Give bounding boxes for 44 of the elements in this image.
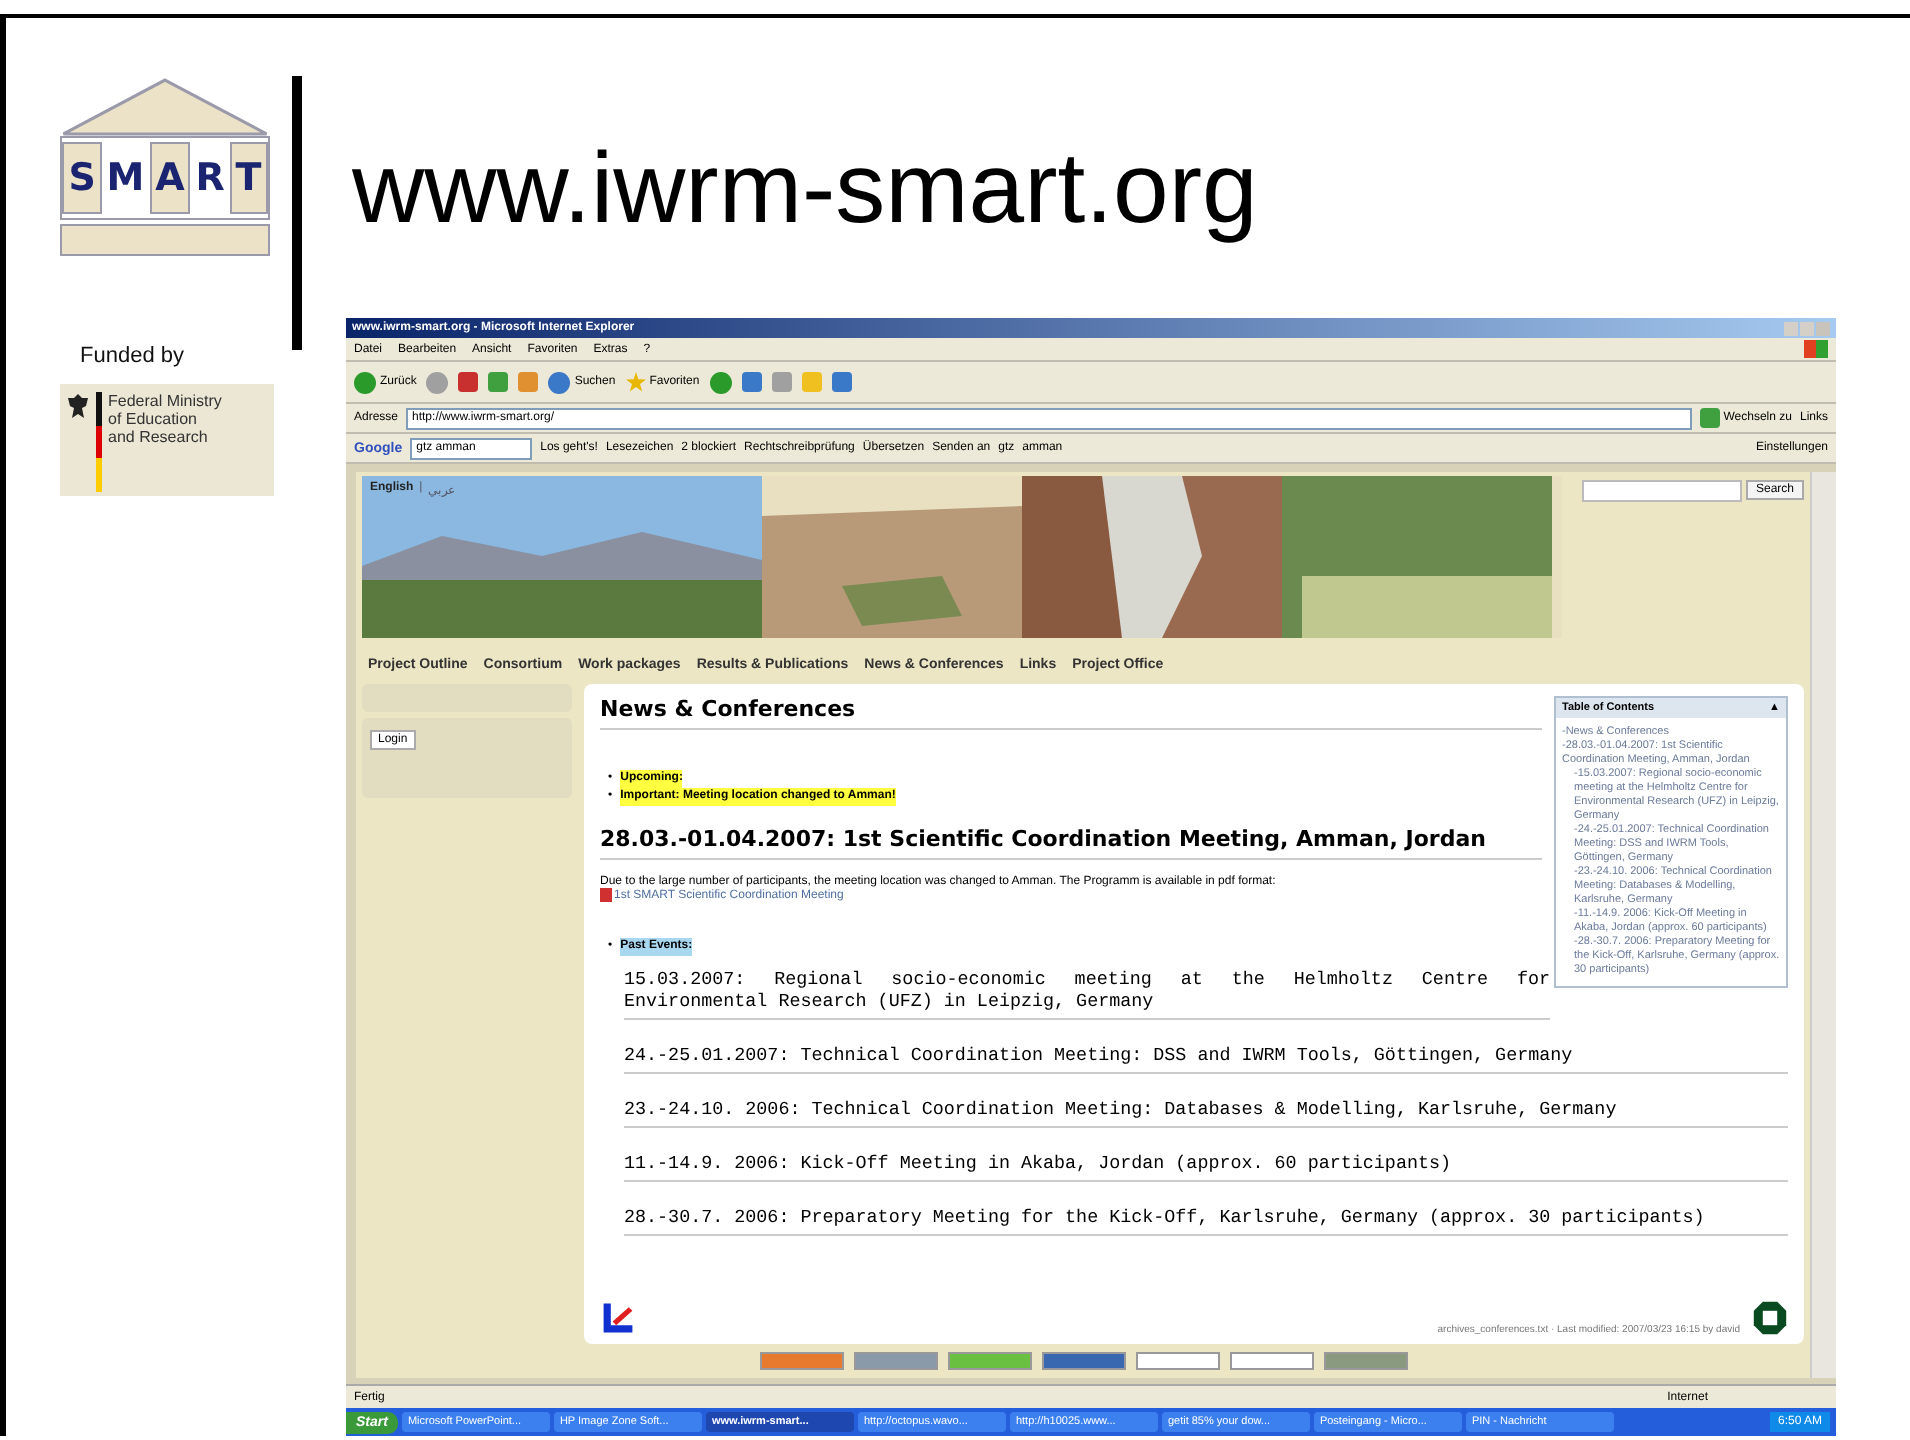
- web-badge-icon: [1323, 1352, 1407, 1370]
- history-button[interactable]: [709, 371, 732, 393]
- slide-title: www.iwrm-smart.org: [352, 130, 1258, 248]
- web-badge-icon: [1041, 1352, 1125, 1370]
- page-heading: News & Conferences: [600, 696, 1542, 730]
- web-badge-icon: [853, 1352, 937, 1370]
- event-entry: 23.-24.10. 2006: Technical Coordination Meeting: Databases & Modelling, Karlsruhe, Germany: [624, 1074, 1788, 1128]
- event-entry: 28.-30.7. 2006: Preparatory Meeting for the Kick-Off, Karlsruhe, Germany (approx. 30 participants): [624, 1182, 1788, 1236]
- logo-letter: M: [104, 154, 147, 204]
- logo-letter: S: [62, 142, 102, 214]
- arrow-logo-icon: [600, 1300, 636, 1336]
- meeting-heading: 28.03.-01.04.2007: 1st Scientific Coordination Meeting, Amman, Jordan: [600, 818, 1542, 860]
- windows-logo-icon: [1804, 340, 1828, 358]
- home-button[interactable]: [518, 372, 539, 392]
- flag-stripe-icon: [96, 392, 102, 492]
- event-entry: 24.-25.01.2007: Technical Coordination Meeting: DSS and IWRM Tools, Göttingen, Germany: [624, 1020, 1788, 1074]
- ministry-text: and Research: [108, 428, 210, 446]
- forward-button[interactable]: [426, 371, 449, 393]
- octagon-logo-icon: [1752, 1300, 1788, 1336]
- stop-button[interactable]: [458, 372, 479, 392]
- ministry-text: Federal Ministry: [108, 392, 222, 410]
- event-entry: 15.03.2007: Regional socio-economic meeting at the Helmholtz Centre for Environmental Research (UFZ) in Leipzig, Germany: [624, 956, 1550, 1020]
- minimize-button[interactable]: [1784, 321, 1798, 335]
- maximize-button[interactable]: [1800, 321, 1814, 335]
- mail-button[interactable]: [741, 372, 762, 392]
- logo-letter: A: [149, 142, 191, 214]
- folder-button[interactable]: [801, 372, 822, 392]
- web-badge-icon: [1229, 1352, 1313, 1370]
- pdf-icon: [600, 888, 612, 902]
- funded-by-label: Funded by: [80, 344, 186, 368]
- ministry-text: of Education: [108, 410, 199, 428]
- logo-letter: R: [193, 154, 227, 204]
- scrollbar[interactable]: [1810, 472, 1836, 1378]
- web-badge-icon: [759, 1352, 843, 1370]
- star-icon: [625, 372, 646, 392]
- messenger-button[interactable]: [831, 372, 852, 392]
- site-search-field[interactable]: [1581, 480, 1742, 502]
- web-badge-icon: [1135, 1352, 1219, 1370]
- logo-letter: T: [229, 142, 268, 214]
- event-entry: 11.-14.9. 2006: Kick-Off Meeting in Akaba, Jordan (approx. 60 participants): [624, 1128, 1788, 1182]
- print-button[interactable]: [771, 372, 792, 392]
- refresh-button[interactable]: [488, 372, 509, 392]
- web-badge-icon: [947, 1352, 1031, 1370]
- eagle-icon: [66, 392, 90, 420]
